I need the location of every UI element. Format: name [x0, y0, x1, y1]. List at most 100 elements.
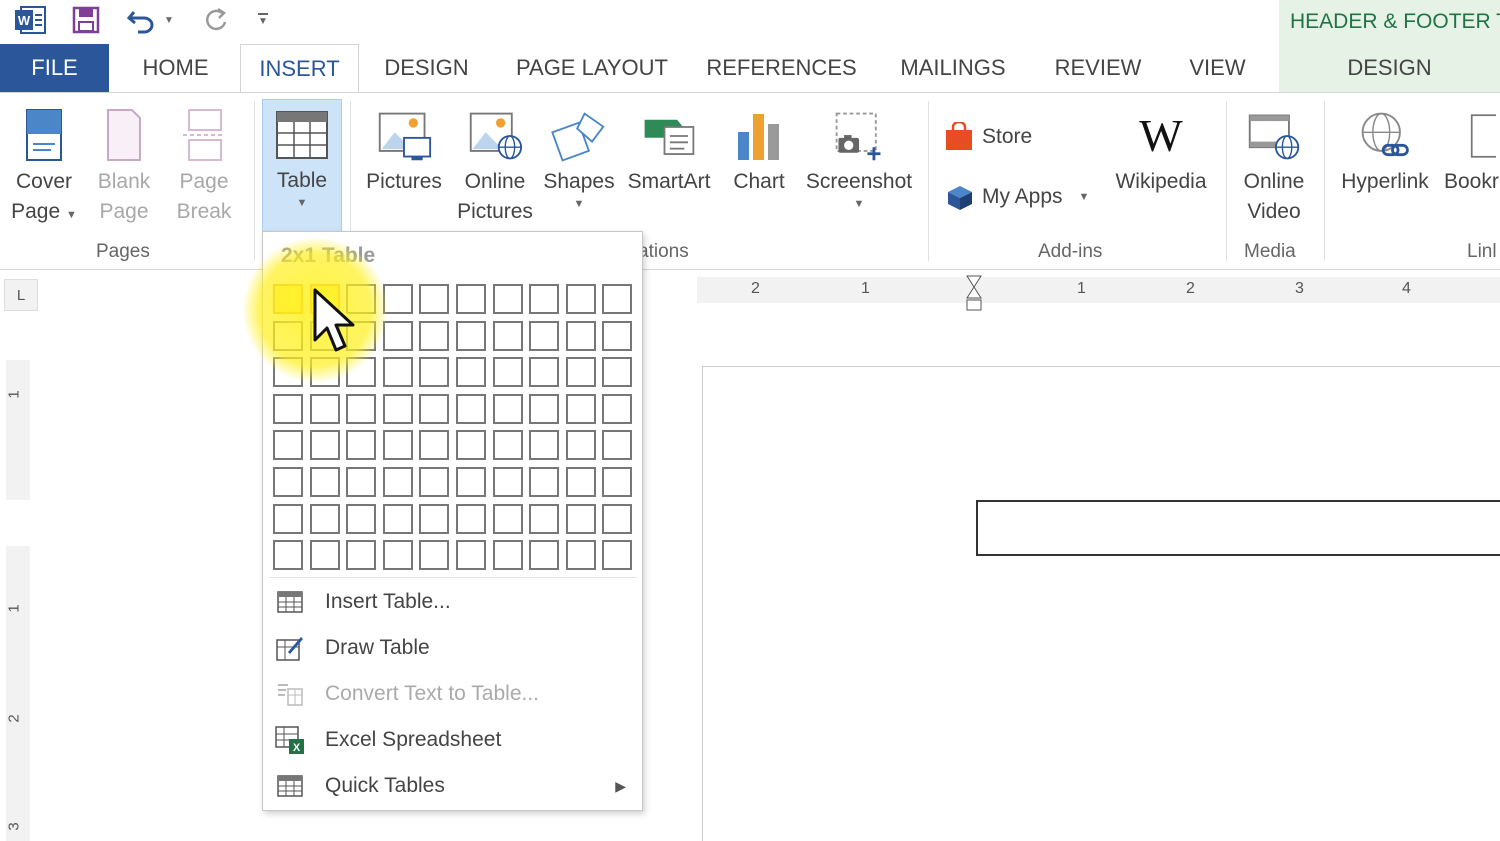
- tab-mailings[interactable]: MAILINGS: [888, 44, 1018, 92]
- table-grid-cell[interactable]: [309, 503, 340, 534]
- excel-spreadsheet-item[interactable]: X Excel Spreadsheet: [263, 718, 642, 762]
- wikipedia-button[interactable]: W Wikipedia: [1106, 93, 1216, 197]
- table-grid-cell[interactable]: [492, 393, 523, 424]
- table-grid-cell[interactable]: [419, 503, 450, 534]
- table-grid-cell[interactable]: [455, 393, 486, 424]
- tab-insert[interactable]: INSERT: [240, 44, 359, 93]
- online-pictures-button[interactable]: Online Pictures: [452, 93, 538, 227]
- table-grid-cell[interactable]: [455, 320, 486, 351]
- table-grid-cell[interactable]: [419, 357, 450, 388]
- tab-design[interactable]: DESIGN: [370, 44, 483, 92]
- table-grid-cell[interactable]: [565, 503, 596, 534]
- indent-marker[interactable]: [965, 275, 983, 315]
- tab-page-layout[interactable]: PAGE LAYOUT: [508, 44, 676, 92]
- table-grid-cell[interactable]: [492, 320, 523, 351]
- table-grid-cell[interactable]: [419, 284, 450, 314]
- table-grid-cell[interactable]: [382, 503, 413, 534]
- tab-file[interactable]: FILE: [0, 44, 109, 92]
- table-grid-cell[interactable]: [529, 284, 560, 314]
- table-button[interactable]: Table ▼: [262, 99, 342, 233]
- table-grid-cell[interactable]: [565, 393, 596, 424]
- table-grid-cell[interactable]: [529, 466, 560, 497]
- table-grid-cell[interactable]: [602, 466, 633, 497]
- table-grid-cell[interactable]: [492, 430, 523, 461]
- table-grid-cell[interactable]: [309, 393, 340, 424]
- tab-header-footer-design[interactable]: DESIGN: [1279, 44, 1500, 92]
- table-grid-cell[interactable]: [455, 430, 486, 461]
- table-grid-cell[interactable]: [602, 430, 633, 461]
- table-grid-cell[interactable]: [419, 320, 450, 351]
- table-grid-cell[interactable]: [346, 357, 377, 388]
- tab-references[interactable]: REFERENCES: [705, 44, 858, 92]
- insert-table-item[interactable]: Insert Table...: [263, 580, 642, 624]
- table-grid-cell[interactable]: [455, 284, 486, 314]
- table-grid-cell[interactable]: [492, 503, 523, 534]
- pictures-button[interactable]: Pictures: [360, 93, 448, 197]
- table-grid-cell[interactable]: [565, 430, 596, 461]
- table-grid-cell[interactable]: [419, 540, 450, 571]
- table-grid-cell[interactable]: [273, 430, 303, 461]
- tab-home[interactable]: HOME: [118, 44, 233, 92]
- table-grid-cell[interactable]: [602, 503, 633, 534]
- table-grid-cell[interactable]: [455, 503, 486, 534]
- page-break-button[interactable]: Page Break: [168, 93, 240, 227]
- table-grid-cell[interactable]: [382, 320, 413, 351]
- table-grid-cell[interactable]: [309, 357, 340, 388]
- chart-button[interactable]: Chart: [722, 93, 796, 197]
- table-grid-cell[interactable]: [273, 503, 303, 534]
- table-grid-cell[interactable]: [309, 540, 340, 571]
- cover-page-button[interactable]: Cover Page ▼: [4, 93, 84, 227]
- table-grid-cell[interactable]: [492, 284, 523, 314]
- table-grid-cell[interactable]: [273, 357, 303, 388]
- tab-review[interactable]: REVIEW: [1047, 44, 1149, 92]
- table-grid-cell[interactable]: [565, 357, 596, 388]
- table-grid-cell[interactable]: [565, 320, 596, 351]
- table-grid-cell[interactable]: [565, 466, 596, 497]
- table-grid-cell[interactable]: [529, 503, 560, 534]
- table-grid-cell[interactable]: [382, 357, 413, 388]
- table-grid-cell[interactable]: [273, 393, 303, 424]
- table-grid-cell[interactable]: [529, 430, 560, 461]
- table-grid-cell[interactable]: [492, 357, 523, 388]
- table-grid-cell[interactable]: [309, 466, 340, 497]
- table-grid-cell[interactable]: [273, 320, 303, 351]
- table-grid-cell[interactable]: [273, 284, 303, 314]
- table-grid-cell[interactable]: [602, 284, 633, 314]
- tab-view[interactable]: VIEW: [1178, 44, 1257, 92]
- table-grid-cell[interactable]: [273, 540, 303, 571]
- table-grid-cell[interactable]: [455, 357, 486, 388]
- table-grid-cell[interactable]: [419, 430, 450, 461]
- table-grid-cell[interactable]: [565, 284, 596, 314]
- my-apps-button[interactable]: My Apps ▼: [944, 181, 1089, 213]
- table-grid-cell[interactable]: [309, 430, 340, 461]
- word-icon[interactable]: W: [12, 4, 48, 36]
- table-grid-cell[interactable]: [602, 357, 633, 388]
- chevron-down-icon[interactable]: ▼: [162, 10, 176, 30]
- bookmark-button[interactable]: Bookr: [1440, 93, 1500, 197]
- table-grid-cell[interactable]: [602, 393, 633, 424]
- redo-icon[interactable]: [198, 4, 234, 36]
- table-grid-cell[interactable]: [455, 466, 486, 497]
- table-grid-cell[interactable]: [529, 393, 560, 424]
- table-grid-cell[interactable]: [419, 393, 450, 424]
- table-grid-cell[interactable]: [419, 466, 450, 497]
- smartart-button[interactable]: SmartArt: [620, 93, 718, 197]
- table-grid-cell[interactable]: [382, 393, 413, 424]
- online-video-button[interactable]: Online Video: [1232, 93, 1316, 227]
- table-grid-cell[interactable]: [455, 540, 486, 571]
- horizontal-ruler[interactable]: 2 1 1 2 3 4: [697, 275, 1500, 311]
- table-grid-cell[interactable]: [346, 540, 377, 571]
- shapes-button[interactable]: Shapes ▼: [540, 93, 618, 211]
- table-grid-cell[interactable]: [492, 540, 523, 571]
- tab-selector[interactable]: L: [4, 279, 38, 311]
- table-grid-cell[interactable]: [602, 540, 633, 571]
- undo-icon[interactable]: [122, 4, 162, 36]
- table-grid-cell[interactable]: [346, 466, 377, 497]
- hyperlink-button[interactable]: Hyperlink: [1332, 93, 1438, 197]
- table-grid-cell[interactable]: [492, 466, 523, 497]
- table-grid-cell[interactable]: [346, 393, 377, 424]
- document-table-preview[interactable]: [976, 500, 1500, 556]
- table-grid-cell[interactable]: [382, 430, 413, 461]
- table-grid-cell[interactable]: [346, 503, 377, 534]
- screenshot-button[interactable]: Screenshot ▼: [800, 93, 918, 211]
